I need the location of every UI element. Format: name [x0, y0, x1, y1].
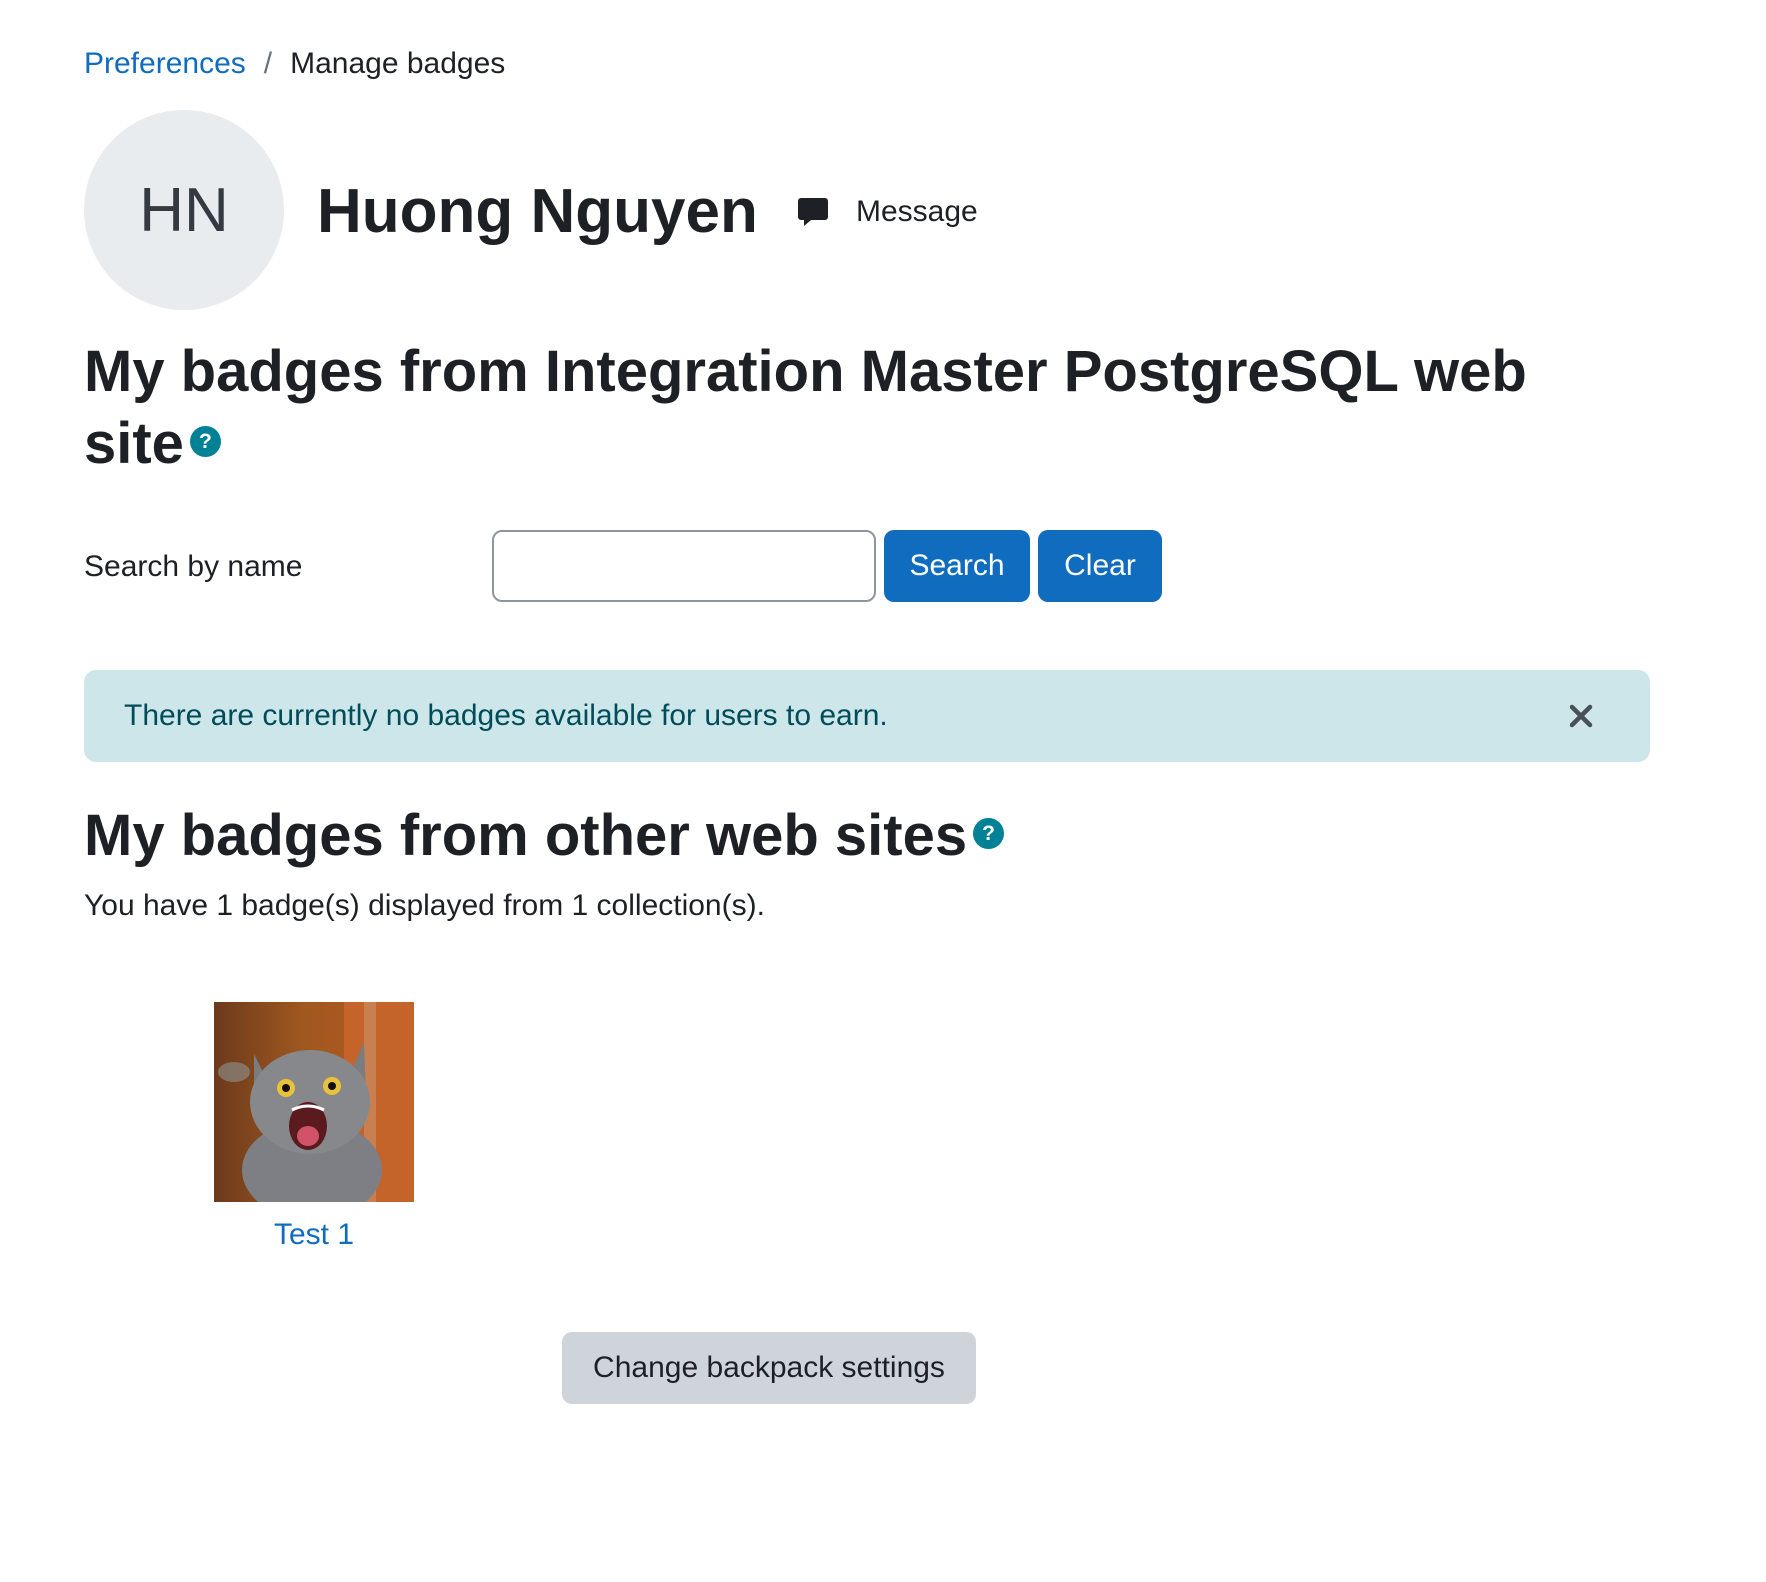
breadcrumb-preferences-link[interactable]: Preferences [84, 47, 246, 80]
breadcrumb-current: Manage badges [290, 47, 506, 80]
search-button[interactable]: Search [884, 530, 1030, 602]
collections-summary: You have 1 badge(s) displayed from 1 col… [84, 889, 765, 922]
site-badges-heading: My badges from Integration Master Postgr… [84, 336, 1584, 480]
close-icon[interactable] [1567, 702, 1595, 730]
message-label: Message [856, 195, 978, 228]
avatar-initials: HN [139, 175, 229, 245]
alert-message: There are currently no badges available … [124, 699, 888, 732]
external-badges-heading: My badges from other web sites? [84, 800, 1005, 872]
help-icon[interactable]: ? [973, 818, 1005, 850]
badge-link[interactable]: Test 1 [274, 1218, 354, 1252]
external-badges-heading-text: My badges from other web sites [84, 803, 968, 868]
site-badges-heading-text: My badges from Integration Master Postgr… [84, 339, 1527, 476]
user-name: Huong Nguyen [317, 177, 758, 246]
badge-image[interactable] [214, 1002, 414, 1202]
search-label: Search by name [84, 550, 303, 583]
badge-item: Test 1 [214, 1002, 414, 1252]
clear-button[interactable]: Clear [1038, 530, 1162, 602]
avatar: HN [84, 110, 284, 310]
change-backpack-settings-button[interactable]: Change backpack settings [562, 1332, 976, 1404]
search-input[interactable] [492, 530, 876, 602]
breadcrumb-separator: / [263, 47, 273, 80]
message-icon [798, 198, 828, 226]
help-icon[interactable]: ? [189, 426, 221, 458]
breadcrumb: Preferences / Manage badges [84, 44, 505, 84]
message-button[interactable]: Message [796, 190, 978, 234]
info-alert: There are currently no badges available … [84, 670, 1650, 762]
